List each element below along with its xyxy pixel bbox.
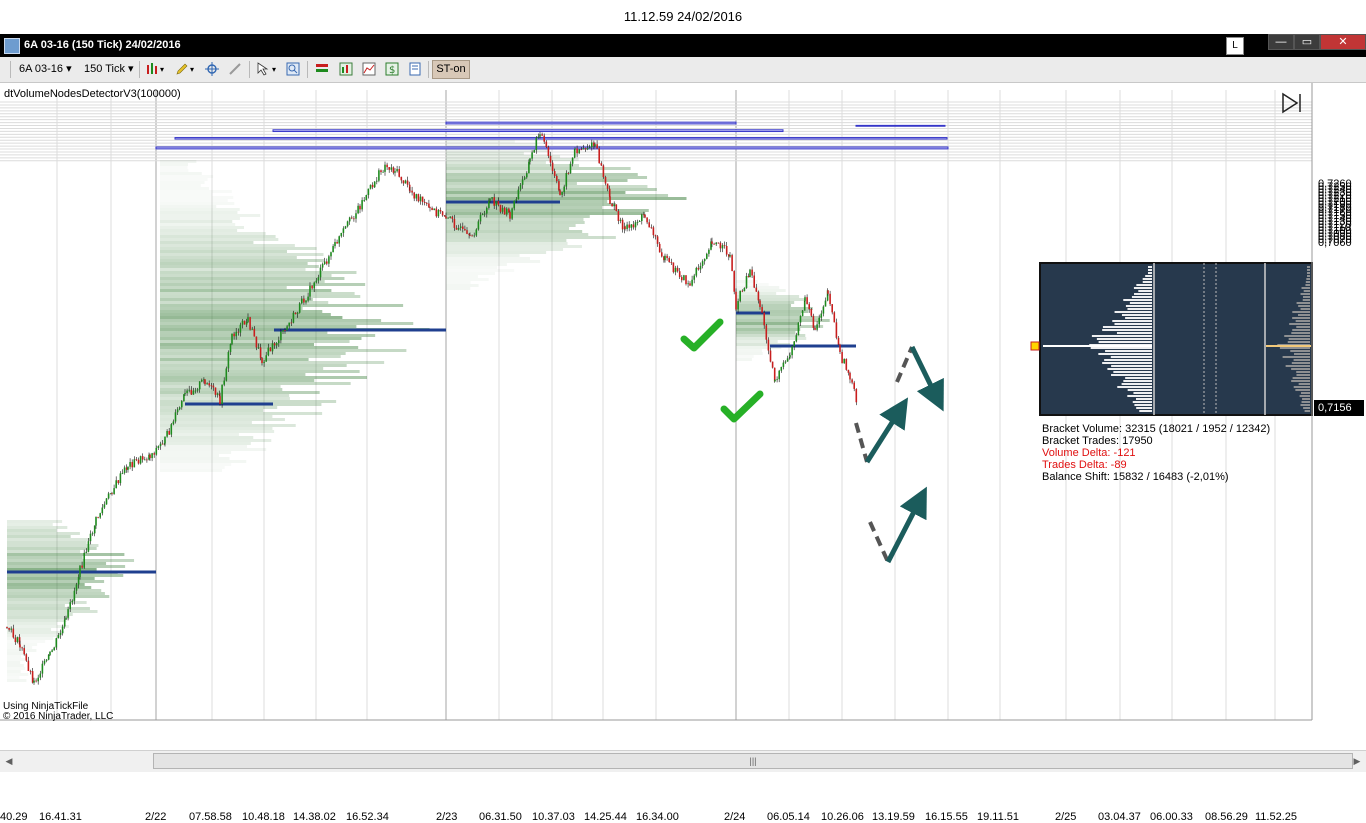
scroll-right-icon[interactable]: ▶: [1350, 753, 1364, 769]
time-tick-label: 03.04.37: [1098, 811, 1141, 823]
chevron-down-icon: ▾: [128, 63, 134, 75]
time-tick-label: 2/23: [436, 811, 458, 823]
pencil-draw-icon[interactable]: [175, 62, 189, 76]
volume-node-zone: [855, 124, 946, 127]
volume-node-zone: [272, 129, 784, 133]
time-tick-label: 10.48.18: [242, 811, 285, 823]
checkmark-icon: [680, 318, 724, 352]
indicators-icon[interactable]: [339, 62, 353, 76]
time-tick-label: 10.26.06: [821, 811, 864, 823]
lock-button[interactable]: L: [1226, 37, 1244, 55]
dashed-path-segment: [868, 521, 890, 563]
candlestick-series: [6, 131, 858, 685]
dashed-path-segment: [854, 422, 869, 463]
time-tick-label: 2/22: [145, 811, 167, 823]
chart-settings-icon[interactable]: [408, 62, 422, 76]
scroll-thumb[interactable]: |||: [153, 753, 1353, 769]
bracket-trades: Bracket Trades: 17950: [1042, 435, 1153, 447]
bracket-stats-panel: Bracket Volume: 32315 (18021 / 1952 / 12…: [1042, 423, 1270, 483]
time-tick-label: 10.37.03: [532, 811, 575, 823]
chevron-down-icon[interactable]: ▾: [190, 61, 194, 78]
volume-delta: Volume Delta: -121: [1042, 447, 1136, 459]
chart-window-titlebar[interactable]: 6A 03-16 (150 Tick) 24/02/2016 L — ▭ ✕: [0, 34, 1366, 57]
instrument-selector[interactable]: 6A 03-16 ▾: [19, 61, 72, 78]
checkmark-icon: [720, 390, 764, 423]
time-tick-label: 16.41.31: [39, 811, 82, 823]
window-controls: — ▭ ✕: [1268, 34, 1366, 50]
trades-delta: Trades Delta: -89: [1042, 459, 1127, 471]
scroll-left-icon[interactable]: ◀: [2, 753, 16, 769]
strategy-on-button[interactable]: ST-on: [432, 60, 470, 79]
time-tick-label: 16.15.55: [925, 811, 968, 823]
time-tick-label: 07.58.58: [189, 811, 232, 823]
volume-node-zone: [445, 121, 737, 125]
svg-text:$: $: [389, 65, 395, 76]
time-tick-label: 06.31.50: [479, 811, 522, 823]
play-forward-icon[interactable]: [1282, 92, 1301, 114]
arrow-icon: [909, 345, 944, 412]
toolbar-grip: [10, 61, 11, 78]
screen-timestamp: 11.12.59 24/02/2016: [0, 0, 1366, 34]
interval-selector[interactable]: 150 Tick ▾: [84, 61, 134, 78]
time-tick-label: 2/24: [724, 811, 746, 823]
market-profile-bracket: [1030, 262, 1313, 416]
strategy-icon[interactable]: [315, 62, 329, 76]
toolbar-separator: [139, 61, 140, 78]
price-tick-label: 0,7060: [1318, 236, 1352, 249]
volume-node-zone: [155, 146, 949, 150]
last-price-marker: 0,7156: [1314, 400, 1364, 416]
toolbar-separator: [428, 61, 429, 78]
crosshair-icon[interactable]: [205, 62, 219, 76]
time-tick-label: 13.19.59: [872, 811, 915, 823]
time-tick-label: 11.52.25: [1255, 811, 1298, 823]
time-tick-label: 2/25: [1055, 811, 1077, 823]
chevron-down-icon: ▾: [66, 63, 72, 75]
bracket-volume: Bracket Volume: 32315 (18021 / 1952 / 12…: [1042, 423, 1271, 435]
chart-toolbar: 6A 03-16 ▾ 150 Tick ▾ ▾ ▾ ▾ $ ST-on: [0, 57, 1366, 83]
interval-label: 150 Tick: [84, 63, 125, 75]
horizontal-scrollbar[interactable]: ◀ ||| ▶: [0, 750, 1366, 772]
bar-style-icon[interactable]: [145, 62, 159, 76]
volume-node-zone: [174, 137, 948, 140]
time-tick-label: 16.34.00: [636, 811, 679, 823]
time-tick-label: 40.29: [0, 811, 28, 823]
toolbar-separator: [307, 61, 308, 78]
data-series-icon[interactable]: [362, 62, 376, 76]
dashed-path-segment: [895, 346, 914, 383]
maximize-button[interactable]: ▭: [1294, 34, 1320, 50]
window-title: 6A 03-16 (150 Tick) 24/02/2016: [24, 39, 181, 51]
arrow-icon: [885, 486, 927, 564]
projection-arrows: [854, 345, 944, 564]
time-tick-label: 08.56.29: [1205, 811, 1248, 823]
indicator-label: dtVolumeNodesDetectorV3(100000): [4, 88, 181, 100]
zoom-icon[interactable]: [286, 62, 300, 76]
close-button[interactable]: ✕: [1320, 34, 1366, 50]
minimize-button[interactable]: —: [1268, 34, 1294, 50]
time-tick-label: 06.05.14: [767, 811, 810, 823]
chevron-down-icon[interactable]: ▾: [160, 61, 164, 78]
time-tick-label: 06.00.33: [1150, 811, 1193, 823]
time-tick-label: 14.25.44: [584, 811, 627, 823]
chart-app-icon: [4, 38, 20, 54]
copyright-note: © 2016 NinjaTrader, LLC: [3, 711, 114, 722]
properties-icon[interactable]: $: [385, 62, 399, 76]
instrument-label: 6A 03-16: [19, 63, 64, 75]
time-tick-label: 16.52.34: [346, 811, 389, 823]
volume-profile-shading: [7, 140, 830, 682]
chevron-down-icon[interactable]: ▾: [272, 61, 276, 78]
balance-shift: Balance Shift: 15832 / 16483 (-2,01%): [1042, 471, 1229, 483]
measure-tool-icon[interactable]: [228, 62, 242, 76]
time-tick-label: 19.11.51: [977, 811, 1020, 823]
pointer-icon[interactable]: [256, 62, 270, 76]
time-tick-label: 14.38.02: [293, 811, 336, 823]
toolbar-separator: [249, 61, 250, 78]
